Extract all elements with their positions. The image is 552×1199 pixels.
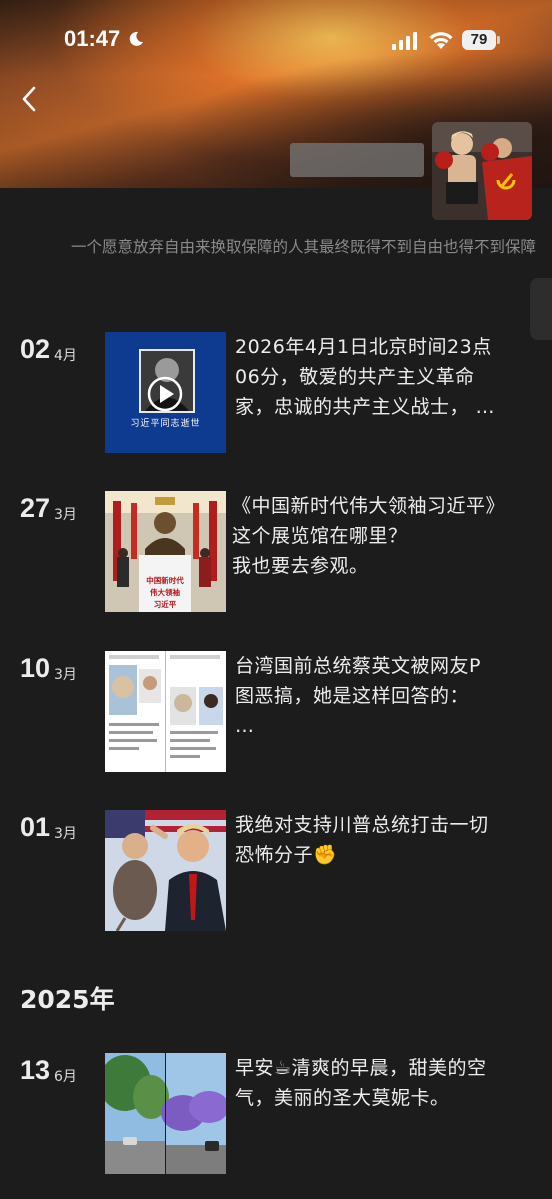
post-text-line: 恐怖分子✊ [235, 844, 338, 866]
post-day: 13 [20, 1055, 51, 1085]
post-text-line: 06分，敬爱的共产主义革命 [235, 366, 475, 388]
post-item[interactable]: 01 3月 我绝对支持川普总统打击一切 恐怖分子✊ [0, 810, 552, 932]
post-thumbnail[interactable] [105, 1053, 226, 1174]
post-day: 02 [20, 334, 51, 364]
thumb-caption: 中国新时代 伟大领袖 习近平 [139, 575, 191, 611]
video-thumbnail [105, 332, 226, 453]
year-header: 2025年 [20, 985, 115, 1014]
street-photo [105, 1053, 226, 1174]
thumb-caption: 习近平同志逝世 [130, 419, 201, 429]
post-thumbnail[interactable] [105, 810, 226, 931]
thumb-caption-line: 习近平 [153, 600, 177, 609]
avatar[interactable] [432, 122, 532, 220]
post-thumbnail[interactable]: 习近平同志逝世 [105, 332, 226, 453]
post-text-line: 《中国新时代伟大领袖习近平》 [232, 495, 506, 517]
side-handle[interactable] [530, 278, 552, 340]
post-day: 27 [20, 493, 51, 523]
status-bar: 01:47 79 [0, 0, 552, 80]
battery-indicator: 79 [462, 30, 496, 50]
post-text-line: 家，忠诚的共产主义战士， … [235, 396, 496, 418]
post-text-line: 这个展览馆在哪里？ [232, 525, 408, 547]
post-month: 3月 [54, 507, 77, 523]
thumb-caption-line: 中国新时代 [146, 576, 184, 585]
post-text: 台湾国前总统蔡英文被网友P 图恶搞，她是这样回答的： … [235, 651, 525, 741]
moments-page: 01:47 79 一个愿意放弃自由来换取保障的人其最终既得不到自由也得不到保障 … [0, 0, 552, 1199]
post-text-line: … [235, 715, 255, 737]
screenshot-collage [105, 651, 226, 772]
post-text-line: 2026年4月1日北京时间23点 [235, 336, 492, 358]
wifi-icon [429, 32, 453, 49]
status-time: 01:47 [64, 26, 121, 51]
post-text-line: 图恶搞，她是这样回答的： [235, 685, 470, 707]
post-item[interactable]: 10 3月 台湾国前总统蔡英文被网友P 图恶搞，她是这样回答的： … [0, 651, 552, 773]
post-text-line: 我也要去参观。 [232, 555, 369, 577]
post-month: 4月 [54, 348, 77, 364]
post-item[interactable]: 02 4月 习近平同志逝世 2026年4月1日北京时间23点 06分，敬爱的共产… [0, 332, 552, 454]
cellular-signal-icon [392, 32, 417, 50]
post-month: 3月 [54, 826, 77, 842]
post-month: 6月 [54, 1069, 77, 1085]
post-text: 2026年4月1日北京时间23点 06分，敬爱的共产主义革命 家，忠诚的共产主义… [235, 332, 525, 422]
moon-icon [129, 31, 143, 46]
post-text: 早安☕清爽的早晨，甜美的空 气，美丽的圣大莫妮卡。 [235, 1053, 525, 1113]
post-text-line: 台湾国前总统蔡英文被网友P [235, 655, 481, 677]
avatar-image [432, 122, 532, 220]
political-image [105, 810, 226, 931]
battery-tip [497, 36, 500, 44]
username-redacted [290, 143, 424, 177]
post-text: 《中国新时代伟大领袖习近平》 这个展览馆在哪里？ 我也要去参观。 [232, 491, 522, 581]
post-text: 我绝对支持川普总统打击一切 恐怖分子✊ [235, 810, 525, 870]
post-thumbnail[interactable] [105, 651, 226, 772]
post-text-line: 气，美丽的圣大莫妮卡。 [235, 1087, 450, 1109]
post-month: 3月 [54, 667, 77, 683]
post-item[interactable]: 13 6月 早安☕清爽的早晨，甜美的空 气，美丽的圣大莫妮卡。 [0, 1053, 552, 1175]
post-day: 10 [20, 653, 51, 683]
post-thumbnail[interactable]: 中国新时代 伟大领袖 习近平 [105, 491, 226, 612]
thumb-caption-line: 伟大领袖 [150, 588, 180, 597]
post-item[interactable]: 27 3月 中国新时代 伟大领袖 习近平 《中国新时代伟大领袖习近平》 这个展览… [0, 491, 552, 613]
post-text-line: 我绝对支持川普总统打击一切 [235, 814, 489, 836]
post-text-line: 早安☕清爽的早晨，甜美的空 [235, 1057, 487, 1079]
profile-signature: 一个愿意放弃自由来换取保障的人其最终既得不到自由也得不到保障 [70, 238, 536, 256]
post-day: 01 [20, 812, 51, 842]
back-button[interactable] [14, 82, 44, 116]
